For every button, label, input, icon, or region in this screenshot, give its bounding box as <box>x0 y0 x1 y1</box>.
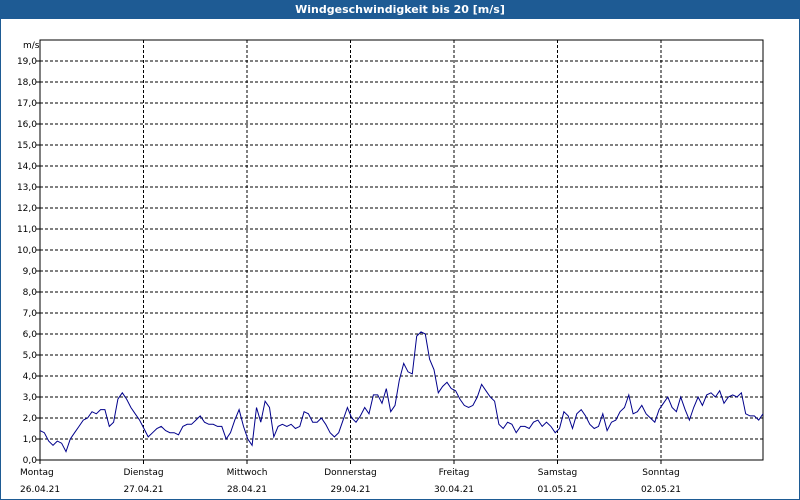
x-tick-date: 29.04.21 <box>330 485 370 495</box>
x-tick-day: Sonntag <box>642 468 679 478</box>
y-tick-label: 6,0 <box>23 330 38 340</box>
y-tick-label: 13,0 <box>17 183 37 193</box>
y-axis: 0,0 1,0 2,0 3,0 4,0 5,0 6,0 7,0 8,0 9,0 10,0 11,0 12… <box>17 57 40 466</box>
grid-lines <box>40 40 763 460</box>
y-tick-label: 0,0 <box>23 456 38 466</box>
y-tick-label: 3,0 <box>23 393 38 403</box>
x-tick-date: 30.04.21 <box>434 485 474 495</box>
x-tick-day: Freitag <box>439 468 470 478</box>
y-tick-label: 4,0 <box>23 372 38 382</box>
x-tick-day: Montag <box>20 468 54 478</box>
x-tick-day: Donnerstag <box>324 468 377 478</box>
x-tick-day: Mittwoch <box>227 468 268 478</box>
series-group <box>39 331 764 453</box>
y-tick-label: 18,0 <box>17 78 37 88</box>
y-tick-label: 15,0 <box>17 141 37 151</box>
y-tick-label: 10,0 <box>17 246 37 256</box>
x-tick-date: 26.04.21 <box>20 485 60 495</box>
y-tick-label: 7,0 <box>23 309 38 319</box>
y-axis-label: m/s <box>23 41 40 51</box>
x-axis: Montag 26.04.21 Dienstag 27.04.21 Mittwoch 28… <box>20 460 681 495</box>
wind-speed-chart: 0,0 1,0 2,0 3,0 4,0 5,0 6,0 7,0 8,0 9,0 10,0 11,0 12… <box>17 39 764 495</box>
y-tick-label: 17,0 <box>17 99 37 109</box>
y-tick-label: 16,0 <box>17 120 37 130</box>
y-tick-label: 5,0 <box>23 351 38 361</box>
y-tick-label: 2,0 <box>23 414 38 424</box>
x-tick-date: 28.04.21 <box>227 485 267 495</box>
x-tick-date: 01.05.21 <box>537 485 577 495</box>
x-tick-day: Dienstag <box>123 468 163 478</box>
y-tick-label: 1,0 <box>23 435 38 445</box>
y-tick-label: 12,0 <box>17 204 37 214</box>
y-tick-label: 8,0 <box>23 288 38 298</box>
series-line <box>39 331 764 453</box>
x-tick-day: Samstag <box>538 468 577 478</box>
y-tick-label: 11,0 <box>17 225 37 235</box>
y-tick-label: 14,0 <box>17 162 37 172</box>
x-tick-date: 02.05.21 <box>641 485 681 495</box>
y-tick-label: 19,0 <box>17 57 37 67</box>
x-tick-date: 27.04.21 <box>123 485 163 495</box>
y-tick-label: 9,0 <box>23 267 38 277</box>
